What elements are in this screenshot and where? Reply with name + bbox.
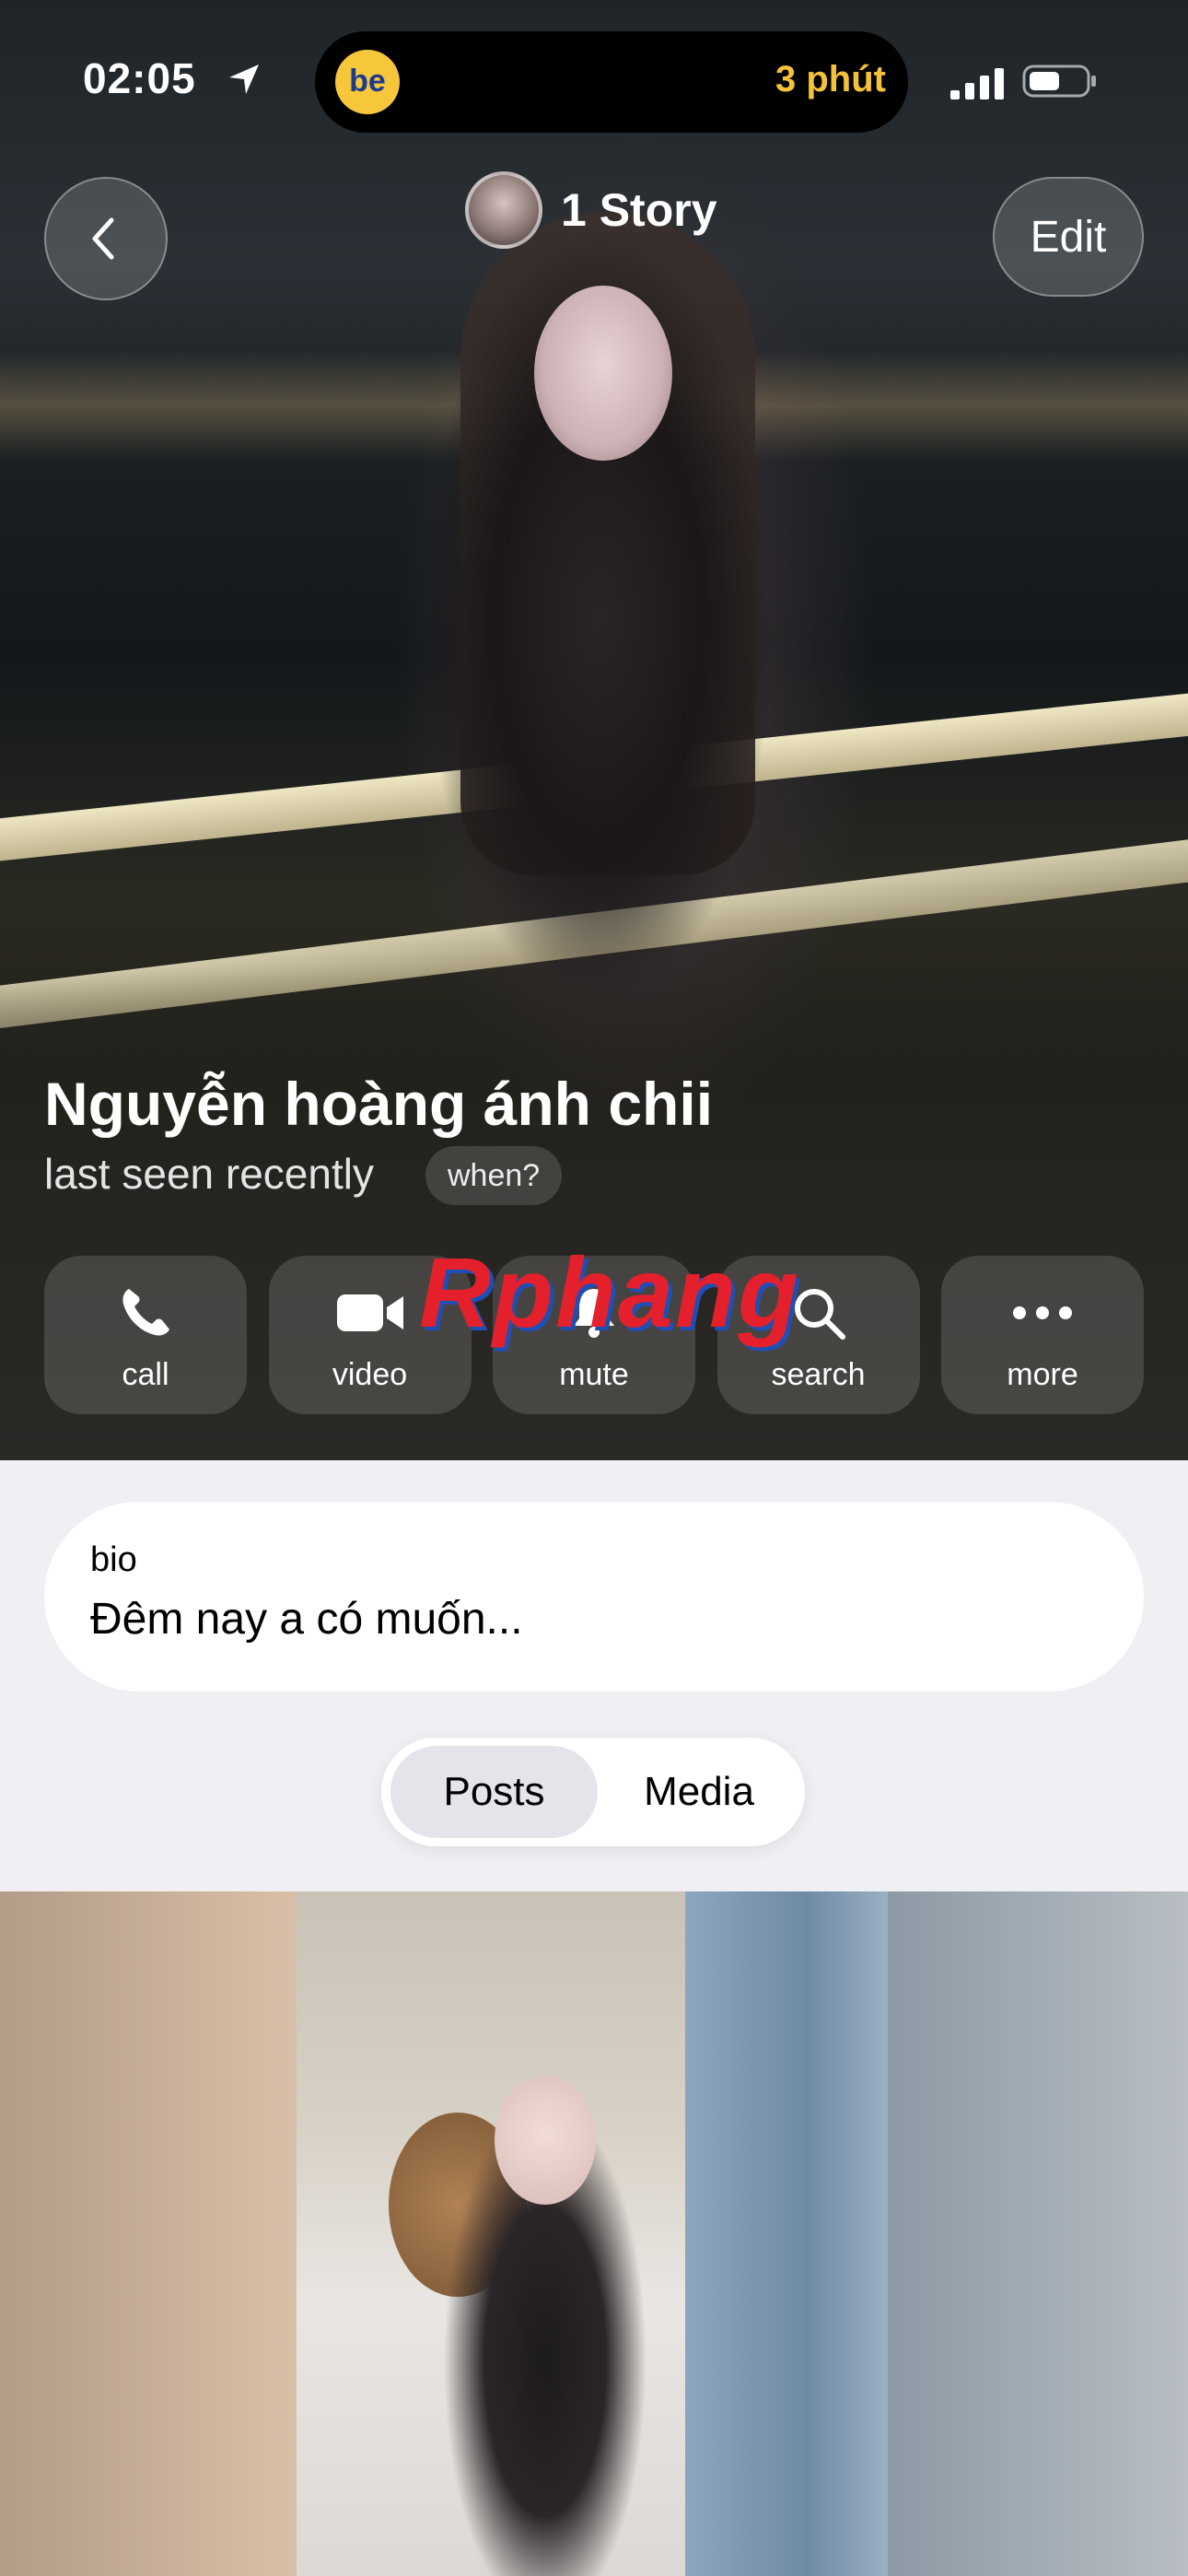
media-thumbnail[interactable] xyxy=(297,1891,888,2576)
more-label: more xyxy=(1007,1357,1078,1392)
story-avatar xyxy=(465,171,542,249)
chevron-left-icon xyxy=(92,217,114,260)
tab-posts[interactable]: Posts xyxy=(390,1746,598,1838)
video-camera-icon xyxy=(336,1294,403,1331)
media-thumbnail[interactable] xyxy=(888,1891,1188,2576)
profile-name: Nguyễn hoàng ánh chii xyxy=(44,1070,714,1138)
bio-card: bio Đêm nay a có muốn... xyxy=(44,1502,1144,1692)
curtain xyxy=(685,1891,888,2576)
bio-text: Đêm nay a có muốn... xyxy=(90,1595,523,1644)
cellular-signal-icon xyxy=(949,64,1013,101)
call-button[interactable]: call xyxy=(44,1256,247,1414)
more-button[interactable]: more xyxy=(941,1256,1144,1414)
media-thumbnail[interactable] xyxy=(0,1891,297,2576)
posts-media-grid xyxy=(0,1891,1188,2576)
bio-label: bio xyxy=(90,1540,137,1579)
story-label: 1 Story xyxy=(561,184,717,236)
back-button[interactable] xyxy=(44,177,168,300)
more-dots-icon xyxy=(1013,1306,1072,1319)
mute-label: mute xyxy=(559,1357,629,1392)
when-button[interactable]: when? xyxy=(425,1146,563,1205)
dynamic-island[interactable]: be 3 phút xyxy=(315,31,908,133)
call-label: call xyxy=(122,1357,169,1392)
photo-person-face xyxy=(495,2076,596,2205)
location-arrow-icon xyxy=(226,61,262,98)
edit-button[interactable]: Edit xyxy=(993,177,1144,297)
status-time: 02:05 xyxy=(83,54,196,102)
status-bar: 02:05 be 3 phút xyxy=(0,0,1188,157)
story-button[interactable]: 1 Story xyxy=(465,169,717,252)
be-app-logo: be xyxy=(335,50,400,114)
watermark-logo: Rphang xyxy=(419,1236,800,1348)
search-label: search xyxy=(771,1357,866,1392)
last-seen-status: last seen recently xyxy=(44,1150,374,1198)
phone-icon xyxy=(122,1289,169,1336)
content-tabs: Posts Media xyxy=(381,1738,805,1846)
cover-person-face xyxy=(534,286,672,461)
battery-icon xyxy=(1022,63,1100,100)
video-label: video xyxy=(332,1357,408,1392)
island-timer-text: 3 phút xyxy=(775,59,886,100)
tab-media[interactable]: Media xyxy=(602,1746,796,1838)
